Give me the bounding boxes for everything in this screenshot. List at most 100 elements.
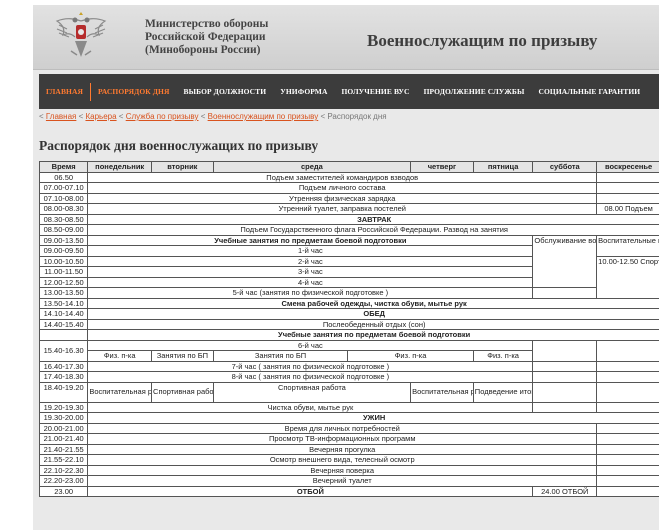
col-header: Время [38, 161, 89, 173]
empty-cell [532, 287, 598, 299]
time-cell: 08.50-09.00 [38, 224, 89, 236]
time-cell: 21.55-22.10 [38, 454, 89, 466]
col-header: четверг [410, 161, 474, 173]
activity-cell: 8-й час ( занятия по физической подготов… [87, 371, 534, 383]
time-cell: 07.10-08.00 [38, 192, 89, 204]
activity-cell: Вечерняя прогулка [87, 443, 598, 455]
org-name: Министерство обороны Российской Федераци… [145, 18, 268, 57]
time-cell: 19.20-19.30 [38, 401, 89, 413]
org-line-1: Министерство обороны [145, 18, 269, 30]
empty-cell [596, 192, 659, 204]
nav-item-home[interactable]: ГЛАВНАЯ [39, 87, 90, 96]
empty-cell [596, 381, 659, 403]
breadcrumb-conscripts[interactable]: Военнослужащим по призыву [208, 112, 319, 121]
table-row: 07.10-08.00 Утренняя физическая зарядка [38, 192, 659, 204]
col-header: пятница [472, 161, 534, 173]
page-container: Министерство обороны Российской Федераци… [33, 5, 659, 530]
activity-cell: 2-й час [87, 255, 534, 267]
breadcrumb-sep: < [116, 112, 126, 121]
breadcrumb-home[interactable]: Главная [46, 112, 76, 121]
time-cell: 09.00-13.50 [38, 234, 89, 246]
table-row: Учебные занятия по предметам боевой подг… [38, 329, 659, 341]
tuesday-cell: Занятия по БП [151, 350, 214, 362]
table-row: 16.40-17.30 7-й час ( занятия по физическ… [38, 360, 659, 372]
thursday-cell: Воспитательная работа [410, 381, 474, 403]
page-title: Распорядок дня военнослужащих по призыву [39, 138, 319, 153]
time-cell: 13.00-13.50 [38, 287, 89, 299]
sunday-cell: 08.00 Подъем [596, 203, 659, 215]
empty-cell [532, 401, 598, 413]
nav-item-position-choice[interactable]: ВЫБОР ДОЛЖНОСТИ [177, 87, 274, 96]
time-cell: 11.00-11.50 [38, 266, 89, 278]
activity-cell: Вечерняя поверка [87, 464, 598, 476]
empty-cell [596, 454, 659, 466]
table-row: 08.50-09.00 Подъем Государственного флага… [38, 224, 659, 236]
table-row: 08.00-08.30 Утренний туалет, заправка пос… [38, 203, 659, 215]
empty-cell [596, 485, 659, 497]
empty-cell [596, 339, 659, 362]
nav-item-daily-routine[interactable]: РАСПОРЯДОК ДНЯ [91, 87, 177, 96]
time-cell: 09.00-09.50 [38, 245, 89, 257]
main-nav: ГЛАВНАЯ РАСПОРЯДОК ДНЯ ВЫБОР ДОЛЖНОСТИ У… [39, 74, 659, 109]
breadcrumb-conscription[interactable]: Служба по призыву [126, 112, 199, 121]
empty-cell [532, 360, 598, 372]
table-row: 14.10-14.40 ОБЕД [38, 308, 659, 320]
monday-cell: Воспитательная работа [87, 381, 153, 403]
activity-cell: 3-й час [87, 266, 534, 278]
time-cell: 23.00 [38, 485, 89, 497]
activity-cell: Осмотр внешнего вида, телесный осмотр [87, 454, 598, 466]
saturday-cell: 24.00 ОТБОЙ [532, 485, 598, 497]
table-row: 09.00-13.50 Учебные занятия по предметам … [38, 234, 659, 288]
table-row: 14.40-15.40 Послеобеденный отдых (сон) [38, 318, 659, 330]
activity-cell: Утренний туалет, заправка постелей [87, 203, 598, 215]
time-cell: 07.00-07.10 [38, 182, 89, 194]
col-header: вторник [151, 161, 214, 173]
table-row: 06.50 Подъем заместителей командиров взво… [38, 171, 659, 183]
org-line-3: (Минобороны России) [145, 44, 261, 56]
sunday-block-1: Воспитательные мероприятия [596, 234, 659, 257]
table-row: 07.00-07.10 Подъем личного состава [38, 182, 659, 194]
time-cell: 20.00-21.00 [38, 422, 89, 434]
time-cell: 14.40-15.40 [38, 318, 89, 330]
time-cell: 21.40-21.55 [38, 443, 89, 455]
breadcrumb-current: Распорядок дня [327, 112, 387, 121]
sunday-block-2: 10.00-12.50 Спортивно-массовая работа [596, 255, 659, 299]
thursday-cell: Физ. п-ка [347, 350, 474, 362]
table-row: 19.20-19.30 Чистка обуви, мытье рук [38, 401, 659, 413]
activity-cell: ЗАВТРАК [87, 213, 659, 225]
col-header: понедельник [87, 161, 153, 173]
activity-cell: Подъем личного состава [87, 182, 598, 194]
empty-cell [596, 443, 659, 455]
table-row: 19.30-20.00 УЖИН [38, 412, 659, 424]
nav-item-continue-service[interactable]: ПРОДОЛЖЕНИЕ СЛУЖБЫ [417, 87, 532, 96]
site-header: Министерство обороны Российской Федераци… [33, 5, 659, 70]
saturday-block: Обслуживание вооружения и военной техник… [532, 234, 598, 288]
time-cell [38, 329, 89, 341]
empty-cell [532, 381, 598, 403]
col-header: среда [212, 161, 412, 173]
time-cell: 17.40-18.30 [38, 371, 89, 383]
activity-cell: УЖИН [87, 412, 659, 424]
time-cell: 19.30-20.00 [38, 412, 89, 424]
activity-cell: 6-й час [87, 339, 534, 351]
nav-item-vus[interactable]: ПОЛУЧЕНИЕ ВУС [335, 87, 417, 96]
nav-item-social-guarantees[interactable]: СОЦИАЛЬНЫЕ ГАРАНТИИ [531, 87, 647, 96]
table-row: 13.00-13.50 5-й час (занятия по физическо… [38, 287, 659, 299]
schedule-table: Время понедельник вторник среда четверг … [38, 161, 659, 497]
double-headed-eagle-icon[interactable] [53, 11, 109, 65]
col-header: воскресенье [596, 161, 659, 173]
tuesday-cell: Спортивная работа [151, 381, 214, 403]
activity-cell: Смена рабочей одежды, чистка обуви, мыть… [87, 297, 659, 309]
nav-item-uniform[interactable]: УНИФОРМА [273, 87, 334, 96]
breadcrumb-sep: < [318, 112, 328, 121]
time-cell: 14.10-14.40 [38, 308, 89, 320]
table-row: 21.40-21.55 Вечерняя прогулка [38, 443, 659, 455]
activity-cell: Просмотр ТВ-информационных программ [87, 433, 598, 445]
activity-cell: ОТБОЙ [87, 485, 534, 497]
friday-cell: Физ. п-ка [472, 350, 534, 362]
activity-cell: Подъем Государственного флага Российской… [87, 224, 659, 236]
breadcrumb-career[interactable]: Карьера [85, 112, 116, 121]
table-row: 17.40-18.30 8-й час ( занятия по физическ… [38, 371, 659, 383]
empty-cell [596, 371, 659, 383]
wednesday-cell: Занятия по БП [212, 350, 349, 362]
